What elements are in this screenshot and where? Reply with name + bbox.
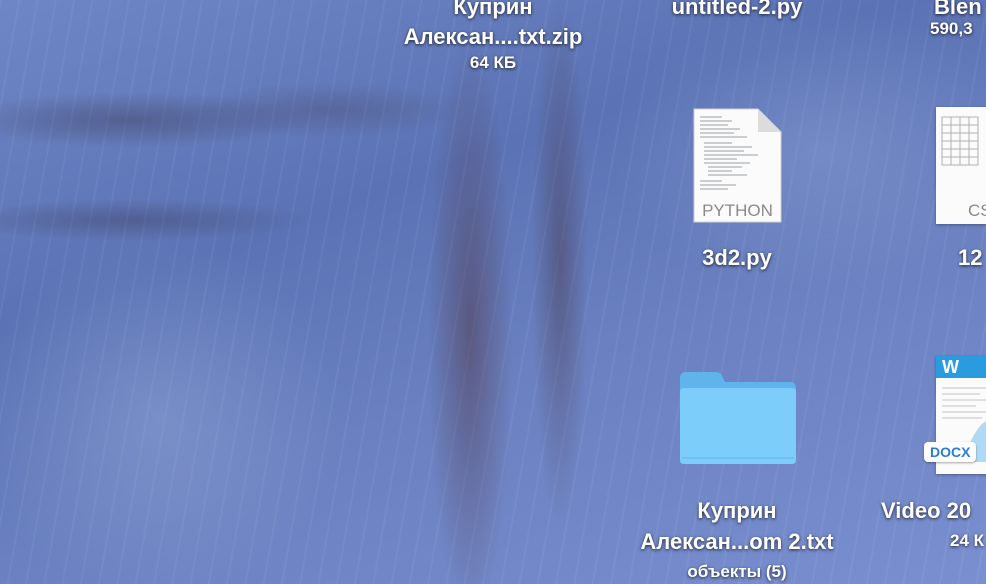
item-label-line1: 12: [958, 245, 983, 270]
word-app-letter: W: [942, 357, 959, 377]
item-meta: 24 К: [950, 531, 985, 550]
item-meta: 64 КБ: [469, 53, 517, 72]
desktop-item-video-docx[interactable]: W DOCX Video 20 24 К: [870, 352, 986, 584]
python-file-icon: PYTHON: [692, 107, 783, 224]
file-type-label: CS: [968, 201, 986, 220]
desktop-item-untitled-2-py[interactable]: untitled-2.py: [622, 0, 852, 22]
desktop-item-blender[interactable]: Blen 590,3: [930, 0, 986, 40]
item-label-line1: 3d2.py: [702, 245, 772, 270]
item-label-line1: Куприн: [697, 498, 777, 523]
item-label-line2: Алексан....txt.zip: [403, 24, 583, 49]
folder-icon: [678, 370, 798, 471]
item-label-line1: untitled-2.py: [671, 0, 803, 19]
desktop-item-csv[interactable]: CS 12: [930, 100, 986, 280]
docx-type-badge: DOCX: [924, 442, 977, 462]
item-meta: объекты (5): [687, 562, 787, 581]
item-label-line2: Алексан...om 2.txt: [640, 529, 834, 554]
desktop-item-kuprin-zip[interactable]: Куприн Алексан....txt.zip 64 КБ: [378, 0, 608, 74]
file-type-label: PYTHON: [702, 201, 773, 220]
desktop-item-kuprin-folder[interactable]: Куприн Алексан...om 2.txt объекты (5): [622, 360, 852, 584]
csv-file-icon: CS: [936, 107, 986, 224]
item-label-line1: Video 20: [881, 498, 972, 523]
desktop-item-3d2-py[interactable]: PYTHON 3d2.py: [622, 100, 852, 280]
item-label-line1: Куприн: [453, 0, 533, 19]
